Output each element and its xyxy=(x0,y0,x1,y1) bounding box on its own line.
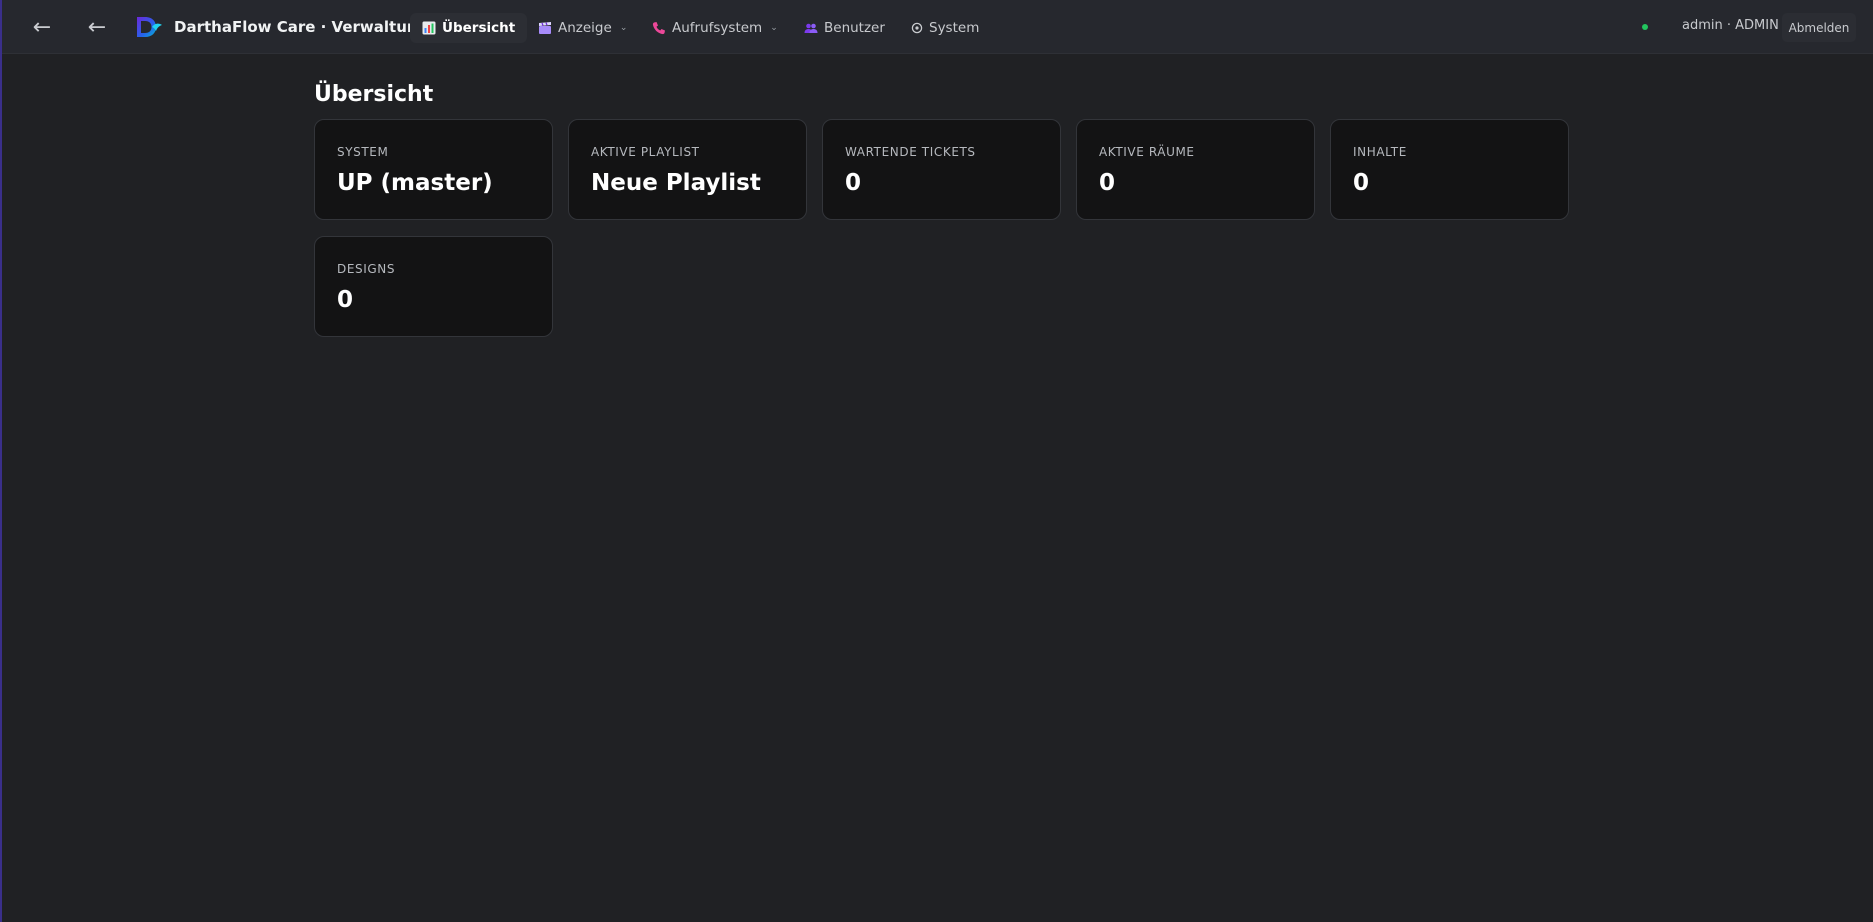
stat-card-value: UP (master) xyxy=(337,170,493,196)
back-arrow-icon-secondary[interactable]: ← xyxy=(79,12,115,42)
stat-card-value: Neue Playlist xyxy=(591,170,761,196)
chevron-down-icon: ⌄ xyxy=(619,23,628,33)
chevron-down-icon: ⌄ xyxy=(770,23,778,33)
nav-item-label: Anzeige xyxy=(558,20,612,36)
nav-item-benutzer[interactable]: Benutzer xyxy=(792,13,897,43)
gear-icon xyxy=(911,22,923,34)
stat-card-system: SYSTEM UP (master) xyxy=(314,119,553,220)
app-title: DarthaFlow Care · Verwaltung xyxy=(174,18,429,36)
stat-card-value: 0 xyxy=(1353,170,1370,196)
users-icon xyxy=(804,21,818,35)
stat-card-label: DESIGNS xyxy=(337,262,396,276)
stat-card-value: 0 xyxy=(845,170,862,196)
current-user-label: admin · ADMIN xyxy=(1682,18,1779,33)
nav-item-label: System xyxy=(929,20,980,36)
stat-card-label: INHALTE xyxy=(1353,145,1407,159)
stat-card-label: AKTIVE RÄUME xyxy=(1099,145,1195,159)
logout-button[interactable]: Abmelden xyxy=(1782,13,1856,42)
brand[interactable]: DarthaFlow Care · Verwaltung xyxy=(134,14,428,40)
stat-card-value: 0 xyxy=(1099,170,1116,196)
nav-item-label: Benutzer xyxy=(824,20,885,36)
stat-card-label: SYSTEM xyxy=(337,145,389,159)
nav-item-label: Übersicht xyxy=(442,20,516,36)
phone-icon xyxy=(652,21,666,35)
clapperboard-icon xyxy=(538,21,552,35)
brand-logo-icon xyxy=(137,17,162,37)
stat-card-label: WARTENDE TICKETS xyxy=(845,145,976,159)
stat-card-designs: DESIGNS 0 xyxy=(314,236,553,337)
bar-chart-icon xyxy=(422,21,436,35)
nav-item-label: Aufrufsystem xyxy=(672,20,763,36)
stat-card-waiting-tickets: WARTENDE TICKETS 0 xyxy=(822,119,1061,220)
nav-item-anzeige[interactable]: Anzeige ⌄ xyxy=(526,13,639,43)
nav-item-system[interactable]: System xyxy=(899,13,991,43)
online-status-indicator xyxy=(1642,24,1648,30)
nav-item-aufrufsystem[interactable]: Aufrufsystem ⌄ xyxy=(640,13,790,43)
stat-card-active-playlist: AKTIVE PLAYLIST Neue Playlist xyxy=(568,119,807,220)
top-navigation-bar: ← ← DarthaFlow Care · Verwaltung Übersic… xyxy=(2,0,1873,54)
stat-card-label: AKTIVE PLAYLIST xyxy=(591,145,700,159)
back-arrow-icon[interactable]: ← xyxy=(24,12,60,42)
stat-card-value: 0 xyxy=(337,287,354,313)
nav-item-uebersicht[interactable]: Übersicht xyxy=(410,13,528,43)
stat-card-contents: INHALTE 0 xyxy=(1330,119,1569,220)
stat-card-active-rooms: AKTIVE RÄUME 0 xyxy=(1076,119,1315,220)
window-edge xyxy=(0,0,2,922)
page-title: Übersicht xyxy=(314,82,434,107)
